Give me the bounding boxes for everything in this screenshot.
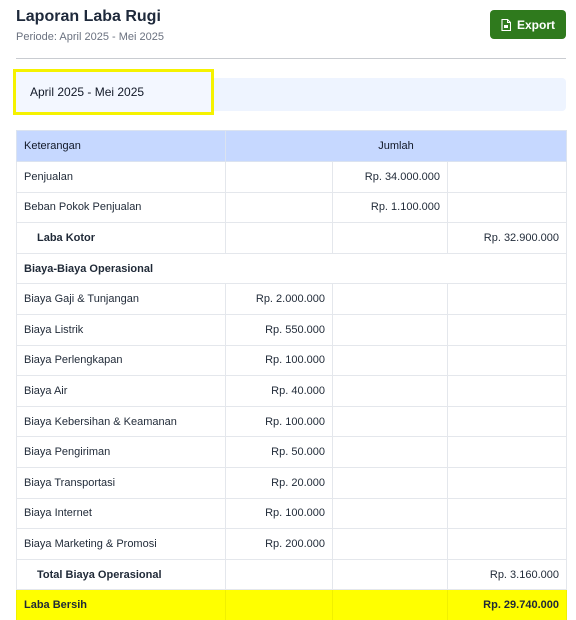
row-value: Rp. 100.000 — [225, 344, 333, 377]
table-row: Laba Kotor Rp. 32.900.000 — [16, 222, 567, 254]
row-label: Biaya Listrik — [16, 313, 226, 346]
row-label: Penjualan — [16, 161, 226, 193]
table-row: Penjualan Rp. 34.000.000 — [16, 161, 567, 193]
table-row: Biaya Listrik Rp. 550.000 — [16, 313, 567, 346]
row-value: Rp. 50.000 — [225, 436, 333, 468]
table-row: Biaya Kebersihan & Keamanan Rp. 100.000 — [16, 405, 567, 438]
row-value: Rp. 1.100.000 — [332, 191, 448, 224]
table-row: Beban Pokok Penjualan Rp. 1.100.000 — [16, 191, 567, 224]
report-header: Laporan Laba Rugi Periode: April 2025 - … — [16, 8, 566, 48]
table-row: Biaya Internet Rp. 100.000 — [16, 497, 567, 530]
table-header-row: Keterangan Jumlah — [16, 130, 567, 162]
row-label: Biaya Transportasi — [16, 466, 226, 499]
row-label: Laba Bersih — [16, 589, 226, 620]
period-subtitle: Periode: April 2025 - Mei 2025 — [16, 31, 164, 43]
table-row: Biaya Marketing & Promosi Rp. 200.000 — [16, 528, 567, 560]
header-divider — [16, 58, 566, 59]
row-value: Rp. 29.740.000 — [447, 589, 567, 620]
table-row: Biaya Transportasi Rp. 20.000 — [16, 466, 567, 499]
profit-loss-table: Keterangan Jumlah Penjualan Rp. 34.000.0… — [16, 130, 567, 620]
row-label: Biaya Internet — [16, 497, 226, 530]
page-title: Laporan Laba Rugi — [16, 8, 161, 25]
table-row: Total Biaya Operasional Rp. 3.160.000 — [16, 558, 567, 591]
row-value: Rp. 40.000 — [225, 375, 333, 407]
row-label: Biaya Marketing & Promosi — [16, 528, 226, 560]
export-button[interactable]: Export — [490, 10, 566, 39]
file-export-icon — [501, 18, 511, 31]
period-filter[interactable]: April 2025 - Mei 2025 — [13, 69, 214, 115]
row-value: Rp. 3.160.000 — [447, 558, 567, 591]
row-value: Rp. 2.000.000 — [225, 283, 333, 315]
row-label: Beban Pokok Penjualan — [16, 191, 226, 224]
table-row: Biaya Perlengkapan Rp. 100.000 — [16, 344, 567, 377]
row-label: Laba Kotor — [16, 222, 226, 254]
row-value: Rp. 20.000 — [225, 466, 333, 499]
row-value: Rp. 100.000 — [225, 497, 333, 530]
table-row: Biaya Gaji & Tunjangan Rp. 2.000.000 — [16, 283, 567, 315]
column-header-keterangan: Keterangan — [16, 130, 226, 162]
period-filter-value: April 2025 - Mei 2025 — [30, 85, 145, 99]
row-value: Rp. 100.000 — [225, 405, 333, 438]
row-label: Biaya Perlengkapan — [16, 344, 226, 377]
net-profit-row: Laba Bersih Rp. 29.740.000 — [16, 589, 567, 620]
row-value: Rp. 550.000 — [225, 313, 333, 346]
row-label: Biaya Pengiriman — [16, 436, 226, 468]
section-row: Biaya-Biaya Operasional — [16, 252, 567, 285]
table-row: Biaya Air Rp. 40.000 — [16, 375, 567, 407]
row-label: Biaya Air — [16, 375, 226, 407]
section-label: Biaya-Biaya Operasional — [16, 252, 567, 285]
row-value: Rp. 200.000 — [225, 528, 333, 560]
row-label: Biaya Kebersihan & Keamanan — [16, 405, 226, 438]
export-button-label: Export — [516, 17, 555, 32]
row-label: Total Biaya Operasional — [16, 558, 226, 591]
row-value: Rp. 32.900.000 — [447, 222, 567, 254]
row-label: Biaya Gaji & Tunjangan — [16, 283, 226, 315]
column-header-jumlah: Jumlah — [225, 130, 567, 162]
row-value: Rp. 34.000.000 — [332, 161, 448, 193]
table-row: Biaya Pengiriman Rp. 50.000 — [16, 436, 567, 468]
